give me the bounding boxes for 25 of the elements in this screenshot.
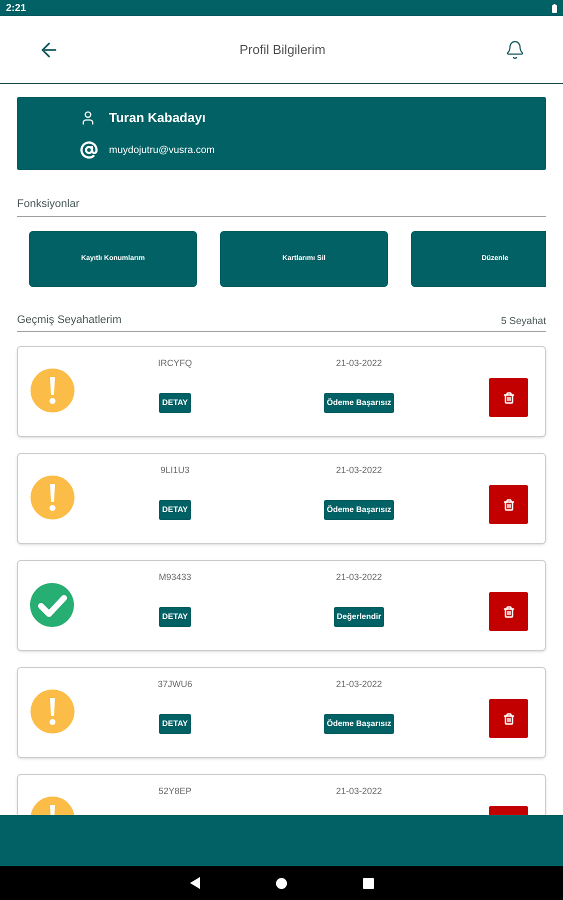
profile-email: muydojutru@vusra.com — [109, 144, 215, 158]
section-title: Geçmiş Seyahatlerim — [17, 313, 122, 328]
trip-date: 21-03-2022 — [336, 570, 382, 584]
status-time: 2:21 — [6, 2, 26, 16]
trip-code: IRCYFQ — [158, 356, 192, 370]
trip-code: 37JWU6 — [158, 678, 192, 690]
trip-code: 52Y8EP — [158, 784, 192, 798]
detail-button[interactable]: DETAY — [159, 607, 191, 627]
page-title: Profil Bilgilerim — [240, 40, 326, 59]
trip-date: 21-03-2022 — [336, 464, 382, 476]
status-button[interactable]: Ödeme Başarısız — [324, 393, 394, 413]
trip-count: 5 Seyahat — [500, 314, 546, 328]
trip-date: 21-03-2022 — [336, 356, 382, 370]
status-button[interactable]: Ödeme Başarısız — [324, 714, 394, 734]
detail-button[interactable]: DETAY — [159, 393, 191, 413]
detail-button[interactable]: DETAY — [159, 500, 191, 520]
profile-name: Turan Kabadayı — [109, 108, 206, 127]
trip-code: 9LI1U3 — [160, 464, 190, 476]
trip-code: M93433 — [158, 570, 192, 584]
status-button[interactable]: Ödeme Başarısız — [324, 500, 394, 520]
status-button[interactable]: Değerlendir — [334, 607, 384, 627]
section-title: Fonksiyonlar — [17, 198, 80, 210]
trip-date: 21-03-2022 — [336, 784, 382, 798]
trip-date: 21-03-2022 — [336, 678, 382, 690]
detail-button[interactable]: DETAY — [159, 714, 191, 734]
